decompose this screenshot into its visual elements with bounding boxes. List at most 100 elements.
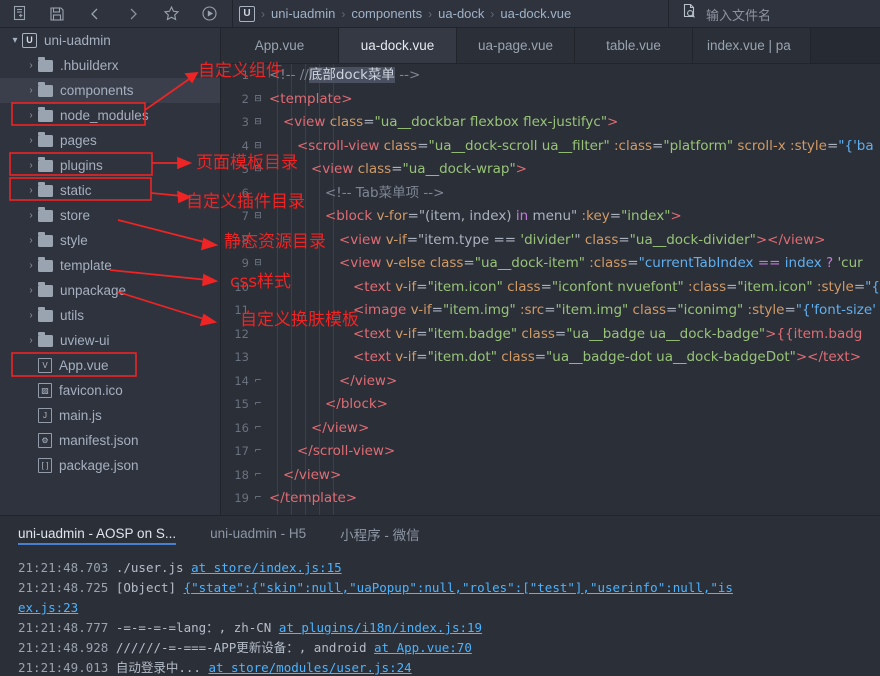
- chevron-right-icon[interactable]: ›: [24, 185, 38, 196]
- console-link[interactable]: at store/modules/user.js:24: [208, 660, 411, 675]
- tab-app-vue[interactable]: App.vue: [221, 28, 339, 63]
- console-link[interactable]: {"state":{"skin":null,"uaPopup":null,"ro…: [184, 580, 733, 595]
- fold-marker[interactable]: ⌐: [251, 393, 265, 417]
- tree-item-store[interactable]: › store: [0, 203, 220, 228]
- new-file-icon[interactable]: [0, 0, 38, 28]
- tree-item-node-modules[interactable]: › node_modules: [0, 103, 220, 128]
- fold-marker[interactable]: ⊟: [251, 158, 265, 182]
- code-line[interactable]: 10 <text v-if="item.icon" class="iconfont…: [221, 276, 880, 300]
- breadcrumb-item-1[interactable]: components: [349, 6, 424, 21]
- back-icon[interactable]: [76, 0, 114, 28]
- chevron-right-icon[interactable]: ›: [24, 60, 38, 71]
- tree-item-package-json[interactable]: [ ] package.json: [0, 453, 220, 478]
- chevron-right-icon[interactable]: ›: [24, 160, 38, 171]
- tree-item-plugins[interactable]: › plugins: [0, 153, 220, 178]
- code-line[interactable]: 9 ⊟ <view v-else class="ua__dock-item" :cl…: [221, 252, 880, 276]
- code-line[interactable]: 8 <view v-if="item.type == 'divider'" cla…: [221, 229, 880, 253]
- chevron-right-icon[interactable]: ›: [24, 310, 38, 321]
- code-line[interactable]: 14 ⌐ </view>: [221, 370, 880, 394]
- breadcrumb-item-0[interactable]: uni-uadmin: [269, 6, 337, 21]
- tree-item-favicon-ico[interactable]: ▨ favicon.ico: [0, 378, 220, 403]
- folder-icon: [38, 206, 53, 222]
- code-line[interactable]: 12 <text v-if="item.badge" class="ua__bad…: [221, 323, 880, 347]
- breadcrumb-item-2[interactable]: ua-dock: [436, 6, 486, 21]
- console-link[interactable]: at store/index.js:15: [191, 560, 342, 575]
- fold-marker[interactable]: ⌐: [251, 370, 265, 394]
- code-line[interactable]: 7 ⊟ <block v-for="(item, index) in menu" :…: [221, 205, 880, 229]
- line-number: 16: [234, 420, 249, 435]
- tab-ua-page-vue[interactable]: ua-page.vue: [457, 28, 575, 63]
- code-line[interactable]: 3 ⊟ <view class="ua__dockbar flexbox flex-…: [221, 111, 880, 135]
- tree-item-unpackage[interactable]: › unpackage: [0, 278, 220, 303]
- forward-icon[interactable]: [114, 0, 152, 28]
- tree-item-static[interactable]: › static: [0, 178, 220, 203]
- tree-root-uni-uadmin[interactable]: ▾ U uni-uadmin: [0, 28, 220, 53]
- run-icon[interactable]: [190, 0, 228, 28]
- chevron-right-icon[interactable]: ›: [24, 235, 38, 246]
- project-icon: U: [239, 5, 255, 22]
- file-search[interactable]: 输入文件名: [668, 0, 880, 28]
- code-line[interactable]: 1 <!-- //底部dock菜单 -->: [221, 64, 880, 88]
- fold-marker[interactable]: ⊟: [251, 88, 265, 112]
- tab-index-vue[interactable]: index.vue | pa: [693, 28, 811, 63]
- editor-tabbar: App.vue ua-dock.vue ua-page.vue table.vu…: [221, 28, 880, 64]
- code-line[interactable]: 17 ⌐ </scroll-view>: [221, 440, 880, 464]
- chevron-right-icon[interactable]: ›: [24, 110, 38, 121]
- tree-item-style[interactable]: › style: [0, 228, 220, 253]
- fold-marker[interactable]: ⌐: [251, 487, 265, 511]
- tab-ua-dock-vue[interactable]: ua-dock.vue: [339, 28, 457, 63]
- tab-label: index.vue | pa: [707, 38, 791, 53]
- tree-item-manifest-json[interactable]: ⚙ manifest.json: [0, 428, 220, 453]
- project-file-tree[interactable]: ▾ U uni-uadmin › .hbuilderx › components › no…: [0, 28, 221, 515]
- console-tab-weixin[interactable]: 小程序 - 微信: [340, 524, 420, 547]
- line-number: 10: [234, 279, 249, 294]
- tree-item--hbuilderx[interactable]: › .hbuilderx: [0, 53, 220, 78]
- line-number: 14: [234, 373, 249, 388]
- fold-marker[interactable]: ⌐: [251, 417, 265, 441]
- code-line[interactable]: 18 ⌐ </view>: [221, 464, 880, 488]
- chevron-right-icon[interactable]: ›: [24, 135, 38, 146]
- chevron-down-icon[interactable]: ▾: [8, 35, 22, 46]
- code-line[interactable]: 16 ⌐ </view>: [221, 417, 880, 441]
- console-link[interactable]: at App.vue:70: [374, 640, 472, 655]
- chevron-right-icon[interactable]: ›: [24, 85, 38, 96]
- chevron-right-icon[interactable]: ›: [24, 285, 38, 296]
- code-line[interactable]: 13 <text v-if="item.dot" class="ua__badge…: [221, 346, 880, 370]
- code-line[interactable]: 5 ⊟ <view class="ua__dock-wrap">: [221, 158, 880, 182]
- console-tab-h5[interactable]: uni-uadmin - H5: [210, 526, 306, 544]
- console-log-line: 21:21:49.013 自动登录中... at store/modules/u…: [18, 658, 880, 676]
- tab-table-vue[interactable]: table.vue: [575, 28, 693, 63]
- tree-item-pages[interactable]: › pages: [0, 128, 220, 153]
- console-link[interactable]: ex.js:23: [18, 600, 78, 615]
- tree-item-app-vue[interactable]: V App.vue: [0, 353, 220, 378]
- breadcrumb-item-3[interactable]: ua-dock.vue: [498, 6, 573, 21]
- code-text: <scroll-view class="ua__dock-scroll ua__…: [297, 137, 874, 154]
- fold-marker[interactable]: ⊟: [251, 111, 265, 135]
- save-icon[interactable]: [38, 0, 76, 28]
- code-line[interactable]: 15 ⌐ </block>: [221, 393, 880, 417]
- code-line[interactable]: 11 <image v-if="item.img" :src="item.img"…: [221, 299, 880, 323]
- tree-item-uview-ui[interactable]: › uview-ui: [0, 328, 220, 353]
- chevron-right-icon[interactable]: ›: [24, 335, 38, 346]
- code-line[interactable]: 19 ⌐ </template>: [221, 487, 880, 511]
- tree-item-utils[interactable]: › utils: [0, 303, 220, 328]
- console-tab-aosp[interactable]: uni-uadmin - AOSP on S...: [18, 526, 177, 545]
- tree-item-components[interactable]: › components: [0, 78, 220, 103]
- tree-item-main-js[interactable]: Jmain.js: [0, 403, 220, 428]
- fold-marker[interactable]: ⊟: [251, 135, 265, 159]
- code-line[interactable]: 6 <!-- Tab菜单项 -->: [221, 182, 880, 206]
- line-number: 11: [234, 303, 249, 317]
- code-line[interactable]: 4 ⊟ <scroll-view class="ua__dock-scroll ua…: [221, 135, 880, 159]
- code-line[interactable]: 2 ⊟ <template>: [221, 88, 880, 112]
- star-icon[interactable]: [152, 0, 190, 28]
- fold-marker[interactable]: ⊟: [251, 252, 265, 276]
- tree-item-template[interactable]: › template: [0, 253, 220, 278]
- chevron-right-icon[interactable]: ›: [24, 260, 38, 271]
- fold-marker[interactable]: ⌐: [251, 440, 265, 464]
- console-link[interactable]: at plugins/i18n/index.js:19: [279, 620, 482, 635]
- chevron-right-icon[interactable]: ›: [24, 210, 38, 221]
- tree-item-label: favicon.ico: [59, 383, 123, 398]
- code-editor[interactable]: 1 <!-- //底部dock菜单 --> 2 ⊟ <template> 3 ⊟ <view …: [221, 64, 880, 515]
- fold-marker[interactable]: ⊟: [251, 205, 265, 229]
- fold-marker[interactable]: ⌐: [251, 464, 265, 488]
